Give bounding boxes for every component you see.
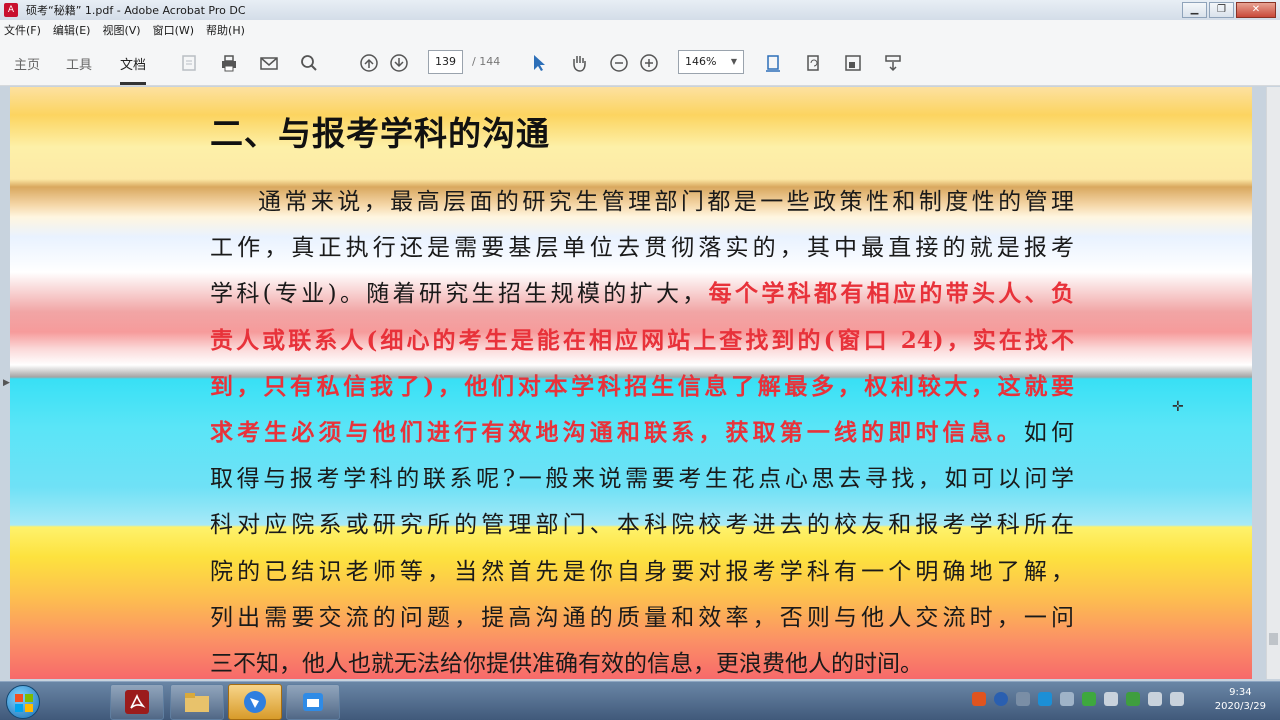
read-mode-icon[interactable] — [882, 52, 904, 74]
system-tray — [972, 692, 1184, 706]
pdf-page: 二、与报考学科的沟通 通常来说，最高层面的研究生管理部门都是一些政策性和制度性的… — [10, 87, 1252, 679]
text-line: 三不知，他人也就无法给你提供准确有效的信息，更浪费他人的时间。 — [210, 650, 923, 677]
select-tool-icon[interactable] — [528, 52, 550, 74]
toolbar: 主页 工具 文档 登录 — [0, 40, 1280, 113]
highlighted-text: 每个学科都有相应的带头人、负 — [708, 280, 1075, 308]
scrollbar-thumb[interactable] — [1269, 633, 1278, 645]
left-panel-toggle-icon[interactable]: ▶ — [3, 378, 10, 388]
tray-notification-icon[interactable] — [1060, 692, 1074, 706]
zoom-value: 146% — [685, 55, 717, 68]
next-page-icon[interactable] — [388, 52, 410, 74]
taskbar-calendar-app[interactable] — [286, 684, 340, 720]
body-paragraph: 通常来说，最高层面的研究生管理部门都是一些政策性和制度性的管理 工作，真正执行还… — [210, 179, 1074, 679]
feishu-icon — [244, 691, 266, 713]
acrobat-icon: A — [4, 3, 18, 17]
text-line: 通常来说，最高层面的研究生管理部门都是一些政策性和制度性的管理 — [258, 189, 1074, 215]
calendar-app-icon — [303, 693, 323, 711]
clock-time: 9:34 — [1229, 687, 1252, 698]
hand-tool-icon[interactable] — [568, 52, 590, 74]
text-line: 科对应院系或研究所的管理部门、本科院校考进去的校友和报考学科所在 — [210, 512, 1074, 539]
menu-window[interactable]: 窗口(W) — [153, 22, 194, 38]
window-controls: ▁ ❐ ✕ — [1182, 2, 1276, 18]
text-line: 列出需要交流的问题，提高沟通的质量和效率，否则与他人交流时，一问 — [210, 604, 1074, 631]
tray-bird-icon[interactable] — [1038, 692, 1052, 706]
text-segment: 如何 — [1023, 419, 1075, 446]
file-manager-icon — [185, 693, 209, 712]
taskbar-feishu[interactable] — [228, 684, 282, 720]
full-screen-icon[interactable] — [842, 52, 864, 74]
zoom-out-icon[interactable] — [608, 52, 630, 74]
start-button[interactable] — [6, 685, 40, 719]
taskbar-acrobat[interactable] — [110, 684, 164, 720]
save-icon[interactable] — [178, 52, 200, 74]
email-icon[interactable] — [258, 52, 280, 74]
tray-signal-icon[interactable] — [1170, 692, 1184, 706]
fit-page-icon[interactable] — [762, 52, 784, 74]
menu-bar: 文件(F) 编辑(E) 视图(V) 窗口(W) 帮助(H) — [0, 20, 1280, 40]
page-total: / 144 — [472, 55, 501, 68]
acrobat-icon — [125, 690, 149, 714]
taskbar: 9:34 2020/3/29 — [0, 681, 1280, 720]
document-area[interactable]: 二、与报考学科的沟通 通常来说，最高层面的研究生管理部门都是一些政策性和制度性的… — [0, 87, 1280, 679]
highlighted-text: 求考生必须与他们进行有效地沟通和联系，获取第一线的即时信息。 — [210, 418, 1024, 446]
tray-app-icon[interactable] — [972, 692, 986, 706]
windows-logo-icon — [15, 694, 33, 712]
window-title: 硕考“秘籍” 1.pdf - Adobe Acrobat Pro DC — [26, 4, 246, 17]
tray-network-icon[interactable] — [1104, 692, 1118, 706]
page-number-input[interactable]: 139 — [428, 50, 463, 74]
zoom-in-icon[interactable] — [638, 52, 660, 74]
close-button[interactable]: ✕ — [1236, 2, 1276, 18]
tray-shield-icon[interactable] — [1082, 692, 1096, 706]
text-line: 取得与报考学科的联系呢?一般来说需要考生花点心思去寻找，如可以问学 — [210, 466, 1074, 493]
tab-document[interactable]: 文档 — [120, 54, 147, 85]
taskbar-file-manager[interactable] — [170, 684, 224, 720]
search-icon[interactable] — [298, 52, 320, 74]
highlighted-text: 责人或联系人(细心的考生是能在相应网站上查找到的(窗口 24)，实在找不 — [210, 326, 1074, 354]
tab-tools[interactable]: 工具 — [66, 54, 92, 73]
clock-date: 2020/3/29 — [1214, 701, 1266, 712]
highlighted-text: 到，只有私信我了)，他们对本学科招生信息了解最多，权利较大，这就要 — [210, 372, 1074, 400]
text-line: 求考生必须与他们进行有效地沟通和联系，获取第一线的即时信息。如何 — [210, 410, 1074, 456]
menu-edit[interactable]: 编辑(E) — [53, 22, 91, 38]
print-icon[interactable] — [218, 52, 240, 74]
text-line: 院的已结识老师等，当然首先是你自身要对报考学科有一个明确地了解， — [210, 558, 1074, 585]
text-line: 工作，真正执行还是需要基层单位去贯彻落实的，其中最直接的就是报考 — [210, 235, 1074, 262]
chevron-down-icon: ▼ — [730, 57, 737, 66]
previous-page-icon[interactable] — [358, 52, 380, 74]
crosshair-cursor-icon: ✛ — [1172, 399, 1184, 415]
clock[interactable]: 9:34 2020/3/29 — [1215, 686, 1266, 714]
minimize-button[interactable]: ▁ — [1182, 2, 1207, 18]
vertical-scrollbar[interactable] — [1266, 87, 1280, 679]
title-bar: A 硕考“秘籍” 1.pdf - Adobe Acrobat Pro DC ▁ … — [0, 0, 1280, 20]
tray-help-icon[interactable] — [994, 692, 1008, 706]
text-segment: 学科(专业)。随着研究生招生规模的扩大， — [210, 281, 709, 308]
menu-view[interactable]: 视图(V) — [102, 22, 140, 38]
section-heading: 二、与报考学科的沟通 — [210, 114, 550, 153]
menu-help[interactable]: 帮助(H) — [206, 22, 245, 38]
tab-home[interactable]: 主页 — [14, 54, 40, 73]
tray-volume-icon[interactable] — [1148, 692, 1162, 706]
menu-file[interactable]: 文件(F) — [4, 22, 41, 38]
rotate-page-icon[interactable] — [802, 52, 824, 74]
text-line: 学科(专业)。随着研究生招生规模的扩大，每个学科都有相应的带头人、负 — [210, 271, 1074, 317]
zoom-select[interactable]: 146% ▼ — [678, 50, 744, 74]
tray-security-icon[interactable] — [1126, 692, 1140, 706]
tray-pen-icon[interactable] — [1016, 692, 1030, 706]
restore-button[interactable]: ❐ — [1209, 2, 1234, 18]
